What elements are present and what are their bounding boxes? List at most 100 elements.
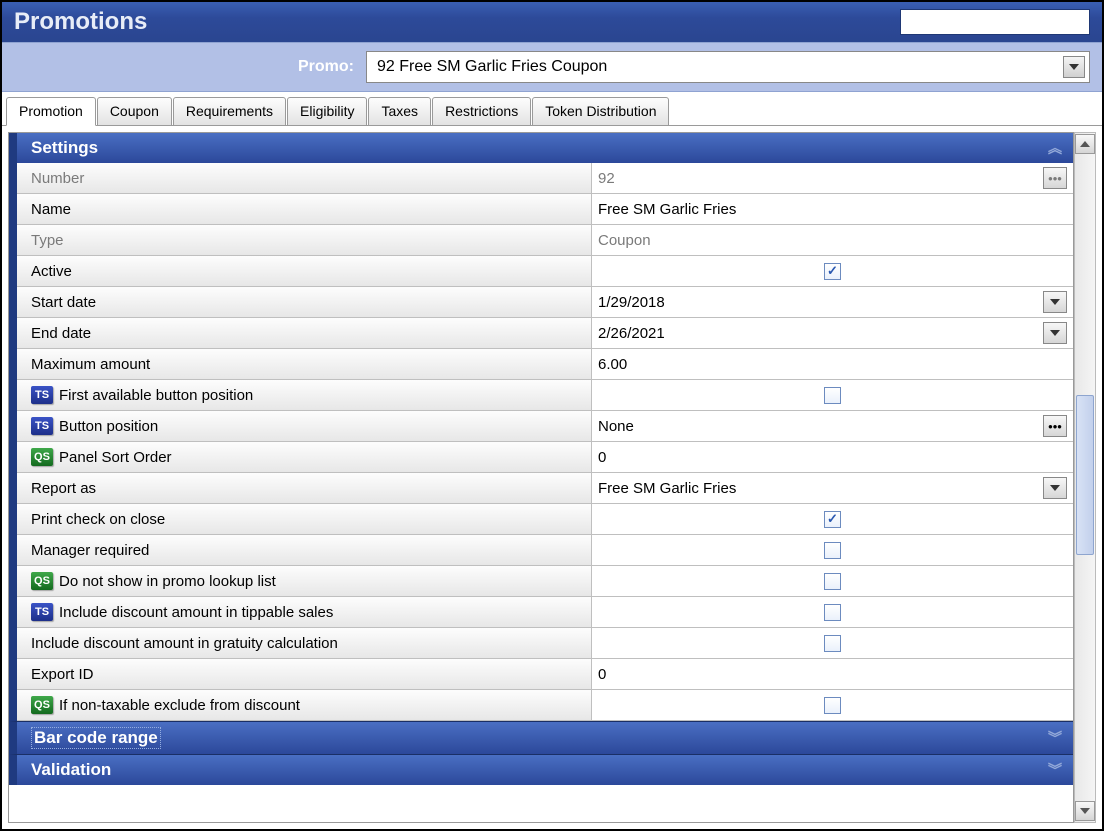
label-no-lookup: QS Do not show in promo lookup list <box>17 566 592 596</box>
label-export-id: Export ID <box>17 659 592 689</box>
tab-token-distribution[interactable]: Token Distribution <box>532 97 669 126</box>
value-mgr-req <box>592 535 1073 565</box>
promo-label: Promo: <box>14 58 354 76</box>
row-end-date: End date 2/26/2021 <box>17 318 1073 349</box>
checkbox-nontax[interactable] <box>824 697 841 714</box>
text-btn-pos: None <box>598 418 1043 435</box>
promo-select-dropdown-button[interactable] <box>1063 56 1085 78</box>
scroll-up-button[interactable] <box>1075 134 1095 154</box>
qs-badge-icon: QS <box>31 572 53 590</box>
row-gratuity: Include discount amount in gratuity calc… <box>17 628 1073 659</box>
promo-select-value: 92 Free SM Garlic Fries Coupon <box>377 58 607 76</box>
number-browse-button[interactable]: ••• <box>1043 167 1067 189</box>
value-number[interactable]: 92 ••• <box>592 163 1073 193</box>
start-date-dropdown-button[interactable] <box>1043 291 1067 313</box>
row-start-date: Start date 1/29/2018 <box>17 287 1073 318</box>
value-first-btn <box>592 380 1073 410</box>
label-no-lookup-text: Do not show in promo lookup list <box>59 573 276 590</box>
text-panel-sort: 0 <box>598 449 1067 466</box>
checkbox-tippable[interactable] <box>824 604 841 621</box>
value-type: Coupon <box>592 225 1073 255</box>
label-print-check: Print check on close <box>17 504 592 534</box>
row-no-lookup: QS Do not show in promo lookup list <box>17 566 1073 597</box>
row-mgr-req: Manager required <box>17 535 1073 566</box>
label-tippable: TS Include discount amount in tippable s… <box>17 597 592 627</box>
label-nontax-text: If non-taxable exclude from discount <box>59 697 300 714</box>
btn-pos-browse-button[interactable]: ••• <box>1043 415 1067 437</box>
label-tippable-text: Include discount amount in tippable sale… <box>59 604 333 621</box>
tab-requirements[interactable]: Requirements <box>173 97 286 126</box>
value-active <box>592 256 1073 286</box>
checkbox-first-btn[interactable] <box>824 387 841 404</box>
tab-taxes[interactable]: Taxes <box>368 97 431 126</box>
scroll-track[interactable] <box>1076 155 1094 800</box>
end-date-dropdown-button[interactable] <box>1043 322 1067 344</box>
label-panel-sort-text: Panel Sort Order <box>59 449 172 466</box>
scrollbar[interactable] <box>1074 132 1096 823</box>
row-name: Name Free SM Garlic Fries <box>17 194 1073 225</box>
checkbox-no-lookup[interactable] <box>824 573 841 590</box>
section-barcode-header[interactable]: Bar code range ︾ <box>9 721 1073 754</box>
row-max-amount: Maximum amount 6.00 <box>17 349 1073 380</box>
scroll-thumb[interactable] <box>1076 395 1094 555</box>
section-barcode-title: Bar code range <box>31 727 161 749</box>
label-end-date: End date <box>17 318 592 348</box>
row-report-as: Report as Free SM Garlic Fries <box>17 473 1073 504</box>
section-settings-header[interactable]: Settings ︽ <box>9 133 1073 163</box>
value-panel-sort[interactable]: 0 <box>592 442 1073 472</box>
label-active: Active <box>17 256 592 286</box>
collapse-up-icon: ︽ <box>1048 138 1059 158</box>
text-end-date: 2/26/2021 <box>598 325 1043 342</box>
value-start-date[interactable]: 1/29/2018 <box>592 287 1073 317</box>
row-export-id: Export ID 0 <box>17 659 1073 690</box>
tab-promotion[interactable]: Promotion <box>6 97 96 126</box>
text-report-as: Free SM Garlic Fries <box>598 480 1043 497</box>
settings-grid: Number 92 ••• Name Free SM Garlic Fries … <box>9 163 1073 721</box>
value-name[interactable]: Free SM Garlic Fries <box>592 194 1073 224</box>
label-max-amount: Maximum amount <box>17 349 592 379</box>
label-number: Number <box>17 163 592 193</box>
header: Promotions <box>2 2 1102 42</box>
scroll-down-button[interactable] <box>1075 801 1095 821</box>
report-as-dropdown-button[interactable] <box>1043 477 1067 499</box>
value-nontax <box>592 690 1073 720</box>
value-print-check <box>592 504 1073 534</box>
label-first-btn: TS First available button position <box>17 380 592 410</box>
checkbox-active[interactable] <box>824 263 841 280</box>
content: Settings ︽ Number 92 ••• Name Free SM Ga… <box>8 132 1074 823</box>
tab-eligibility[interactable]: Eligibility <box>287 97 367 126</box>
promo-select[interactable]: 92 Free SM Garlic Fries Coupon <box>366 51 1090 83</box>
value-gratuity <box>592 628 1073 658</box>
qs-badge-icon: QS <box>31 696 53 714</box>
label-name: Name <box>17 194 592 224</box>
tab-coupon[interactable]: Coupon <box>97 97 172 126</box>
value-export-id[interactable]: 0 <box>592 659 1073 689</box>
expand-down-icon: ︾ <box>1048 760 1059 780</box>
expand-down-icon: ︾ <box>1048 728 1059 748</box>
row-btn-pos: TS Button position None ••• <box>17 411 1073 442</box>
row-panel-sort: QS Panel Sort Order 0 <box>17 442 1073 473</box>
label-panel-sort: QS Panel Sort Order <box>17 442 592 472</box>
ts-badge-icon: TS <box>31 386 53 404</box>
checkbox-mgr-req[interactable] <box>824 542 841 559</box>
label-btn-pos-text: Button position <box>59 418 158 435</box>
ts-badge-icon: TS <box>31 603 53 621</box>
tab-restrictions[interactable]: Restrictions <box>432 97 531 126</box>
row-nontax: QS If non-taxable exclude from discount <box>17 690 1073 721</box>
qs-badge-icon: QS <box>31 448 53 466</box>
text-max-amount: 6.00 <box>598 356 1067 373</box>
text-type: Coupon <box>598 232 1067 249</box>
value-max-amount[interactable]: 6.00 <box>592 349 1073 379</box>
tab-bar: Promotion Coupon Requirements Eligibilit… <box>2 92 1102 126</box>
value-report-as[interactable]: Free SM Garlic Fries <box>592 473 1073 503</box>
header-search-input[interactable] <box>900 9 1090 35</box>
value-end-date[interactable]: 2/26/2021 <box>592 318 1073 348</box>
checkbox-print-check[interactable] <box>824 511 841 528</box>
value-btn-pos[interactable]: None ••• <box>592 411 1073 441</box>
value-tippable <box>592 597 1073 627</box>
section-validation-header[interactable]: Validation ︾ <box>9 754 1073 785</box>
content-wrap: Settings ︽ Number 92 ••• Name Free SM Ga… <box>2 126 1102 829</box>
label-report-as: Report as <box>17 473 592 503</box>
page-title: Promotions <box>14 8 147 36</box>
checkbox-gratuity[interactable] <box>824 635 841 652</box>
